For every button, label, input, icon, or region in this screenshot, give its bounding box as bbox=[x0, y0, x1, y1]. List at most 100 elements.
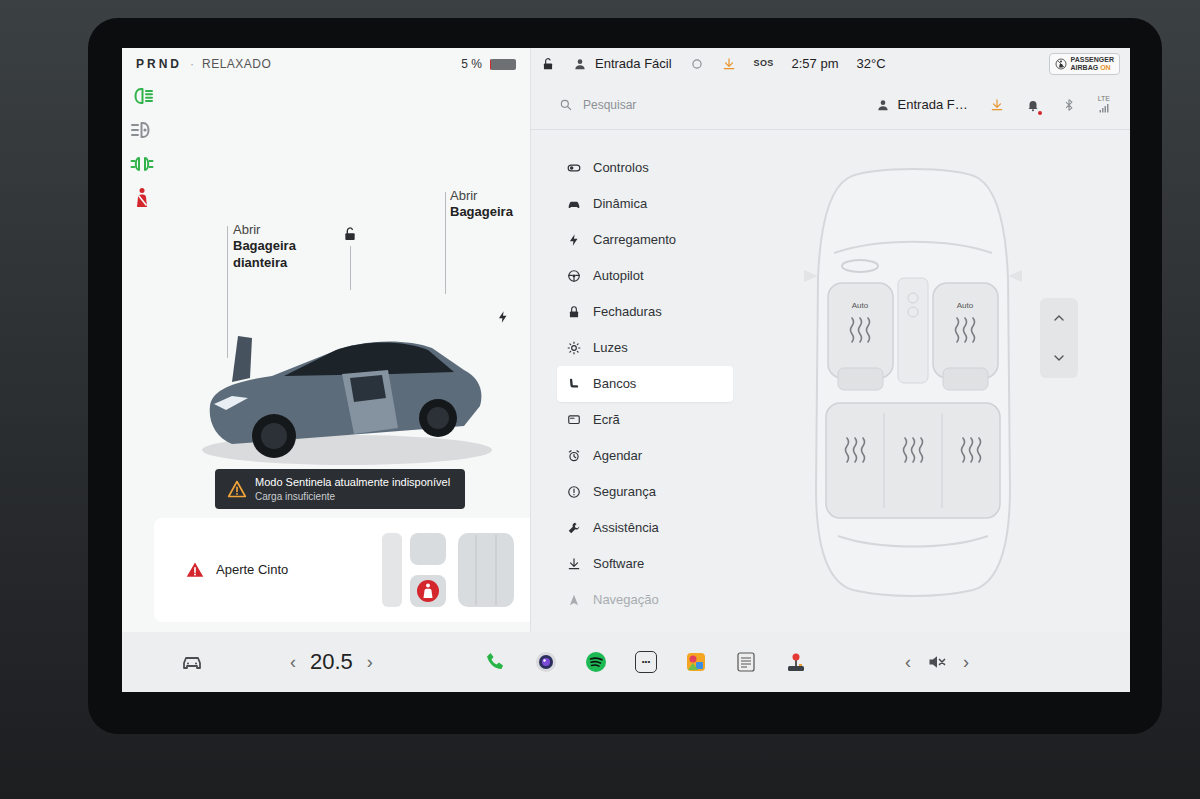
front-trunk-button-action[interactable]: Abrir bbox=[233, 222, 317, 238]
vehicle-render bbox=[192, 278, 492, 468]
seat-heater-map: Auto Auto bbox=[798, 158, 1028, 598]
scroll-down-button[interactable] bbox=[1040, 338, 1078, 378]
profile-button[interactable]: Entrada F… bbox=[876, 95, 968, 115]
menu-label[interactable]: Assistência bbox=[593, 518, 659, 538]
settings-menu-item[interactable]: Bancos bbox=[557, 366, 733, 402]
phone-app[interactable] bbox=[483, 649, 509, 675]
settings-panel: Entrada FácilSOS2:57 pm32°CPASSENGERAIRB… bbox=[530, 48, 1130, 632]
auto-high-beam-icon bbox=[130, 118, 154, 142]
settings-menu-item[interactable]: Luzes bbox=[557, 330, 733, 366]
battery-percent: 5 % bbox=[461, 55, 482, 73]
sentry-alert: Modo Sentinela atualmente indisponívelCa… bbox=[215, 469, 465, 508]
download-icon[interactable] bbox=[990, 98, 1004, 112]
toybox-app[interactable] bbox=[683, 649, 709, 675]
speaker-muted-icon[interactable] bbox=[927, 652, 947, 672]
profile-name[interactable]: Entrada F… bbox=[898, 95, 968, 115]
seat-scroll-buttons bbox=[1040, 298, 1078, 378]
seat-heater-mode[interactable]: Auto bbox=[945, 300, 985, 312]
seats-icon bbox=[567, 377, 581, 391]
menu-label[interactable]: Controlos bbox=[593, 158, 649, 178]
settings-menu-item[interactable]: Autopilot bbox=[557, 258, 733, 294]
more-apps-label[interactable]: ••• bbox=[635, 651, 657, 673]
menu-label[interactable]: Fechaduras bbox=[593, 302, 662, 322]
drive-mode[interactable]: RELAXADO bbox=[202, 55, 271, 73]
more-app[interactable]: ••• bbox=[633, 649, 659, 675]
charging-icon bbox=[567, 233, 581, 247]
menu-label[interactable]: Software bbox=[593, 554, 644, 574]
profile-name[interactable]: Entrada Fácil bbox=[595, 54, 672, 74]
car-icon[interactable] bbox=[180, 650, 204, 674]
seat-heater-mode[interactable]: Auto bbox=[840, 300, 880, 312]
notes-app[interactable] bbox=[733, 649, 759, 675]
app-launcher: ••• bbox=[462, 649, 830, 675]
menu-label[interactable]: Navegação bbox=[593, 590, 659, 610]
notes-icon bbox=[734, 650, 758, 674]
settings-menu-item[interactable]: Ecrã bbox=[557, 402, 733, 438]
front-trunk-button[interactable]: AbrirBagageira dianteira bbox=[233, 222, 317, 271]
front-trunk-button-label[interactable]: Bagageira dianteira bbox=[233, 238, 317, 271]
cabin-temperature[interactable]: 20.5 bbox=[310, 651, 353, 673]
leader-line bbox=[227, 226, 228, 358]
gear-selector: PRND bbox=[136, 55, 182, 73]
temperature-down-button[interactable]: ‹ bbox=[290, 653, 296, 671]
arcade-icon bbox=[784, 650, 808, 674]
rear-trunk-button[interactable]: AbrirBagageira bbox=[450, 188, 530, 221]
service-icon bbox=[567, 521, 581, 535]
arcade-app[interactable] bbox=[783, 649, 809, 675]
scroll-up-button[interactable] bbox=[1040, 298, 1078, 338]
parking-lights-indicator bbox=[130, 152, 154, 176]
warning-icon bbox=[227, 479, 247, 499]
seatbelt-message: Aperte Cinto bbox=[216, 560, 288, 580]
menu-label[interactable]: Agendar bbox=[593, 446, 642, 466]
passenger-airbag-indicator: PASSENGERAIRBAG ON bbox=[1049, 53, 1120, 75]
parking-lights-icon bbox=[130, 152, 154, 176]
settings-menu-item[interactable]: Assistência bbox=[557, 510, 733, 546]
menu-label[interactable]: Ecrã bbox=[593, 410, 620, 430]
rear-bench[interactable] bbox=[826, 403, 1000, 518]
volume-up-button[interactable]: › bbox=[963, 653, 969, 671]
menu-label[interactable]: Carregamento bbox=[593, 230, 676, 250]
headlights-icon bbox=[130, 84, 154, 108]
search-field[interactable] bbox=[559, 96, 854, 114]
sos-button[interactable]: SOS bbox=[754, 57, 774, 71]
bottom-bar: ‹ 20.5 › ••• ‹ › bbox=[122, 632, 1130, 692]
menu-label[interactable]: Bancos bbox=[593, 374, 636, 394]
clock: 2:57 pm bbox=[792, 54, 839, 74]
phone-icon bbox=[484, 650, 508, 674]
rear-trunk-button-action[interactable]: Abrir bbox=[450, 188, 530, 204]
settings-menu-item[interactable]: Fechaduras bbox=[557, 294, 733, 330]
charge-port-icon[interactable] bbox=[496, 310, 510, 324]
climate-control: ‹ 20.5 › bbox=[290, 651, 373, 673]
menu-label[interactable]: Segurança bbox=[593, 482, 656, 502]
settings-menu-item[interactable]: Software bbox=[557, 546, 733, 582]
leader-line bbox=[445, 192, 446, 294]
bell-icon[interactable] bbox=[1026, 98, 1040, 112]
volume-down-button[interactable]: ‹ bbox=[905, 653, 911, 671]
camera-app[interactable] bbox=[533, 649, 559, 675]
seatbelt-card[interactable]: Aperte Cinto bbox=[154, 518, 530, 622]
settings-menu-item[interactable]: Dinâmica bbox=[557, 186, 733, 222]
temperature-up-button[interactable]: › bbox=[367, 653, 373, 671]
rear-trunk-button-label[interactable]: Bagageira bbox=[450, 204, 530, 220]
bluetooth-icon[interactable] bbox=[1062, 98, 1076, 112]
homelink-icon[interactable] bbox=[690, 57, 704, 71]
battery-track bbox=[490, 59, 516, 70]
search-input[interactable] bbox=[583, 96, 854, 114]
settings-menu-item[interactable]: Agendar bbox=[557, 438, 733, 474]
unlocked-padlock-icon[interactable] bbox=[541, 57, 555, 71]
leader-line bbox=[350, 246, 351, 290]
settings-menu-item[interactable]: Carregamento bbox=[557, 222, 733, 258]
locks-icon bbox=[567, 305, 581, 319]
settings-menu-item[interactable]: Segurança bbox=[557, 474, 733, 510]
settings-menu-item[interactable]: Navegação bbox=[557, 582, 733, 618]
settings-menu-item[interactable]: Controlos bbox=[557, 150, 733, 186]
spotify-app[interactable] bbox=[583, 649, 609, 675]
menu-label[interactable]: Dinâmica bbox=[593, 194, 647, 214]
person-icon bbox=[573, 57, 587, 71]
download-icon[interactable] bbox=[722, 57, 736, 71]
menu-label[interactable]: Autopilot bbox=[593, 266, 644, 286]
menu-label[interactable]: Luzes bbox=[593, 338, 628, 358]
profile-button[interactable]: Entrada Fácil bbox=[573, 54, 672, 74]
unlocked-padlock-icon[interactable] bbox=[342, 226, 358, 242]
software-icon bbox=[567, 557, 581, 571]
